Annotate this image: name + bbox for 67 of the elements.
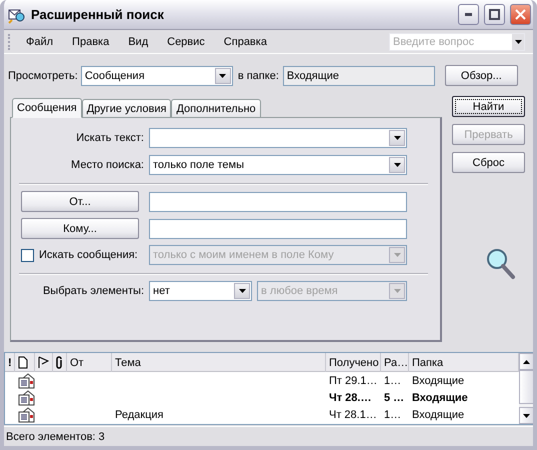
column-header[interactable]: ! [5, 353, 15, 372]
menu-item[interactable]: Правка [65, 34, 116, 50]
dropdown[interactable]: Сообщения [80, 66, 233, 86]
action-button[interactable]: Найти [452, 96, 525, 117]
from-button[interactable]: От... [21, 191, 139, 212]
table-cell-text: Входящие [411, 408, 466, 420]
paperclip-icon [56, 356, 63, 369]
field-label: Место поиска: [70, 159, 145, 171]
dropdown-arrow-icon [394, 163, 400, 167]
scroll-up-button[interactable] [519, 353, 533, 370]
tab[interactable]: Дополнительно [171, 99, 261, 117]
scrollbar-thumb[interactable] [519, 370, 533, 404]
menu-item[interactable]: Файл [19, 34, 60, 50]
dropdown-arrow-icon [394, 136, 400, 140]
down-arrow-icon [523, 414, 530, 418]
dropdown-arrow-icon [394, 253, 400, 257]
column-header[interactable]: Тема [112, 353, 326, 372]
browse-button[interactable]: Обзор... [444, 65, 518, 86]
flag-icon [38, 356, 49, 369]
folder-field: Входящие [282, 66, 435, 86]
table-cell-text: Чт 28.1… [328, 408, 378, 420]
maximize-button[interactable] [484, 4, 505, 25]
field-label: Просмотреть: [8, 70, 78, 82]
table-cell-text: Пт 29.1… [328, 374, 378, 386]
to-button[interactable]: Кому... [21, 218, 139, 239]
menu-item[interactable]: Справка [216, 34, 274, 50]
table-cell-text: 1… [383, 408, 402, 420]
to-field[interactable] [149, 218, 407, 238]
up-arrow-icon [523, 360, 530, 364]
field-label: Выбрать элементы: [42, 285, 145, 297]
dropdown-arrow-icon [219, 74, 226, 78]
dropdown[interactable]: только поле темы [149, 155, 407, 175]
maximize-icon [489, 9, 500, 20]
dropdown-arrow-icon [394, 289, 400, 293]
dropdown[interactable]: нет [149, 281, 252, 301]
field-label: в папке: [238, 70, 279, 82]
table-cell-text: 1… [383, 374, 402, 386]
tab[interactable]: Другие условия [82, 99, 172, 117]
column-header[interactable]: Получено [326, 353, 381, 372]
minimize-button[interactable] [458, 4, 479, 25]
message-icon [18, 372, 36, 388]
dropdown[interactable] [149, 128, 407, 148]
table-cell-text: Чт 28.… [328, 392, 372, 404]
dropdown-arrow-icon [514, 40, 522, 44]
checkbox-label: Искать сообщения: [39, 249, 139, 261]
message-icon [18, 390, 36, 406]
tab[interactable]: Сообщения [12, 98, 82, 118]
table-cell-text: Редакция [114, 408, 164, 420]
close-icon [515, 9, 526, 20]
menu-item[interactable]: Сервис [160, 34, 212, 50]
dropdown-arrow-icon [238, 289, 246, 293]
column-header[interactable]: От [67, 353, 112, 372]
minimize-icon [465, 13, 472, 16]
table-cell-text: 5 … [383, 392, 406, 404]
scroll-down-button[interactable] [519, 407, 533, 424]
window-title: Расширенный поиск [31, 7, 165, 22]
field-label: Искать текст: [75, 132, 145, 144]
status-bar: Всего элементов: 3 [4, 426, 533, 446]
action-button[interactable]: Сброс [452, 152, 525, 173]
column-header[interactable]: Ра… [381, 353, 409, 372]
close-button[interactable] [510, 4, 531, 25]
from-field[interactable] [149, 192, 407, 212]
table-cell-text: Входящие [411, 374, 466, 386]
menu-item[interactable]: Вид [121, 34, 156, 50]
document-icon [18, 356, 28, 369]
table-cell-text: Входящие [411, 392, 469, 404]
magnifier-icon [486, 248, 516, 280]
